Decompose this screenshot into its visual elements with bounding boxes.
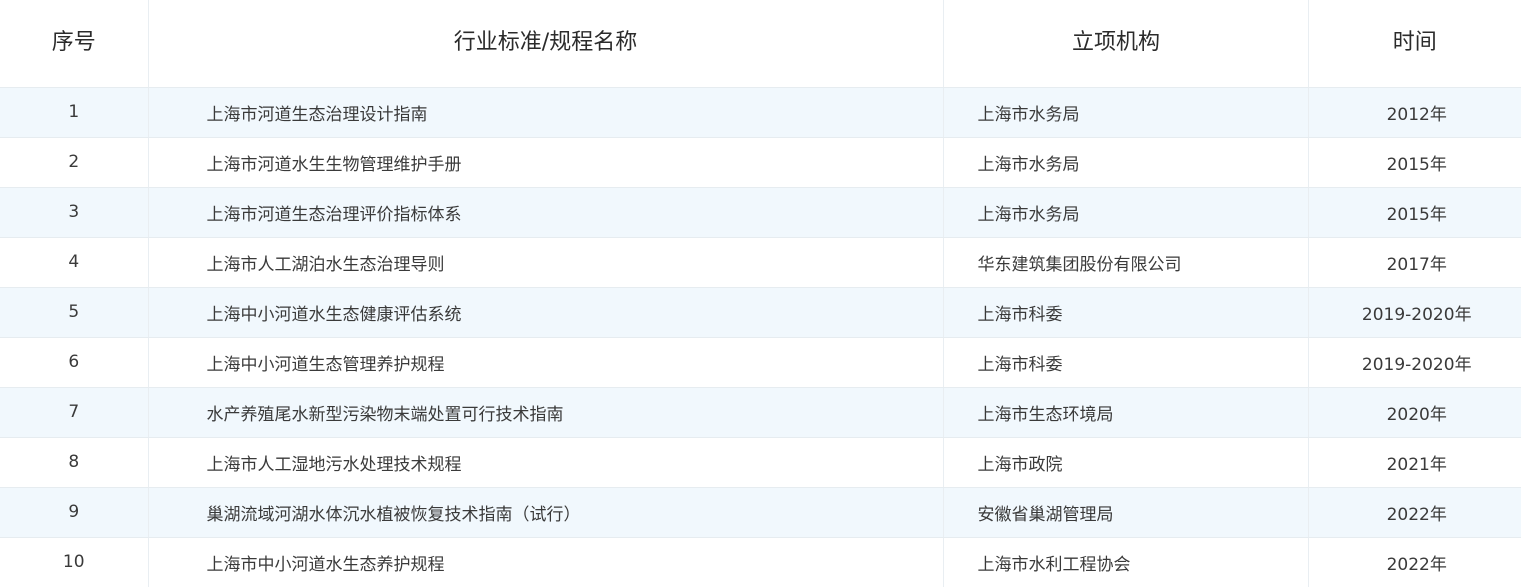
standards-table: 序号 行业标准/规程名称 立项机构 时间 1 上海市河道生态治理设计指南 上海市… [0,0,1521,587]
cell-index: 1 [0,87,149,138]
cell-time: 2015年 [1308,187,1521,238]
table-row[interactable]: 6 上海中小河道生态管理养护规程 上海市科委 2019-2020年 [0,337,1521,388]
table-row[interactable]: 2 上海市河道水生生物管理维护手册 上海市水务局 2015年 [0,137,1521,188]
table-body: 1 上海市河道生态治理设计指南 上海市水务局 2012年 2 上海市河道水生生物… [0,87,1521,587]
table-row[interactable]: 8 上海市人工湿地污水处理技术规程 上海市政院 2021年 [0,437,1521,488]
cell-time: 2021年 [1308,437,1521,488]
cell-name: 上海市人工湿地污水处理技术规程 [148,437,944,488]
table-row[interactable]: 9 巢湖流域河湖水体沉水植被恢复技术指南（试行） 安徽省巢湖管理局 2022年 [0,487,1521,538]
cell-index: 8 [0,437,149,488]
cell-index: 5 [0,287,149,338]
cell-name: 水产养殖尾水新型污染物末端处置可行技术指南 [148,387,944,438]
cell-name: 上海市中小河道水生态养护规程 [148,537,944,587]
cell-time: 2019-2020年 [1308,337,1521,388]
cell-index: 6 [0,337,149,388]
cell-index: 4 [0,237,149,288]
cell-index: 10 [0,537,149,587]
cell-time: 2022年 [1386,554,1447,575]
standards-table-container: 序号 行业标准/规程名称 立项机构 时间 1 上海市河道生态治理设计指南 上海市… [0,0,1521,588]
header-org[interactable]: 立项机构 [943,0,1309,88]
cell-time: 2022年 [1308,487,1521,538]
cell-org: 上海市水务局 [943,87,1309,138]
cell-index: 2 [0,137,149,188]
table-row[interactable]: 7 水产养殖尾水新型污染物末端处置可行技术指南 上海市生态环境局 2020年 [0,387,1521,438]
table-header: 序号 行业标准/规程名称 立项机构 时间 [0,0,1521,88]
cell-name: 上海市河道生态治理设计指南 [148,87,944,138]
cell-time: 2017年 [1308,237,1521,288]
cell-org: 上海市科委 [943,287,1309,338]
table-row[interactable]: 4 上海市人工湖泊水生态治理导则 华东建筑集团股份有限公司 2017年 [0,237,1521,288]
table-row[interactable]: 3 上海市河道生态治理评价指标体系 上海市水务局 2015年 [0,187,1521,238]
cell-name: 上海市河道生态治理评价指标体系 [148,187,944,238]
cell-time: 2012年 [1308,87,1521,138]
cell-time: 2019-2020年 [1308,287,1521,338]
table-row[interactable]: 5 上海中小河道水生态健康评估系统 上海市科委 2019-2020年 [0,287,1521,338]
cell-org: 上海市政院 [943,437,1309,488]
cell-org: 上海市水务局 [943,137,1309,188]
table-row[interactable]: 1 上海市河道生态治理设计指南 上海市水务局 2012年 [0,87,1521,138]
header-time[interactable]: 时间 [1308,0,1521,88]
header-index[interactable]: 序号 [0,0,149,88]
cell-org: 安徽省巢湖管理局 [943,487,1309,538]
cell-index: 9 [0,487,149,538]
cell-time: 2015年 [1308,137,1521,188]
cell-index: 7 [0,387,149,438]
cell-org: 华东建筑集团股份有限公司 [943,237,1309,288]
header-name[interactable]: 行业标准/规程名称 [148,0,944,88]
cell-name: 上海中小河道生态管理养护规程 [148,337,944,388]
cell-org: 上海市生态环境局 [943,387,1309,438]
cell-index: 3 [0,187,149,238]
cell-time: 2020年 [1308,387,1521,438]
header-row: 序号 行业标准/规程名称 立项机构 时间 [0,0,1521,88]
cell-org: 上海市科委 [943,337,1309,388]
cell-name: 上海市河道水生生物管理维护手册 [148,137,944,188]
cell-name: 上海中小河道水生态健康评估系统 [148,287,944,338]
cell-name: 巢湖流域河湖水体沉水植被恢复技术指南（试行） [148,487,944,538]
cell-org: 上海市水务局 [943,187,1309,238]
cell-name: 上海市人工湖泊水生态治理导则 [148,237,944,288]
table-row[interactable]: 10 上海市中小河道水生态养护规程 上海市水利工程协会 2022年 [0,537,1521,587]
cell-org: 上海市水利工程协会 [943,537,1309,587]
